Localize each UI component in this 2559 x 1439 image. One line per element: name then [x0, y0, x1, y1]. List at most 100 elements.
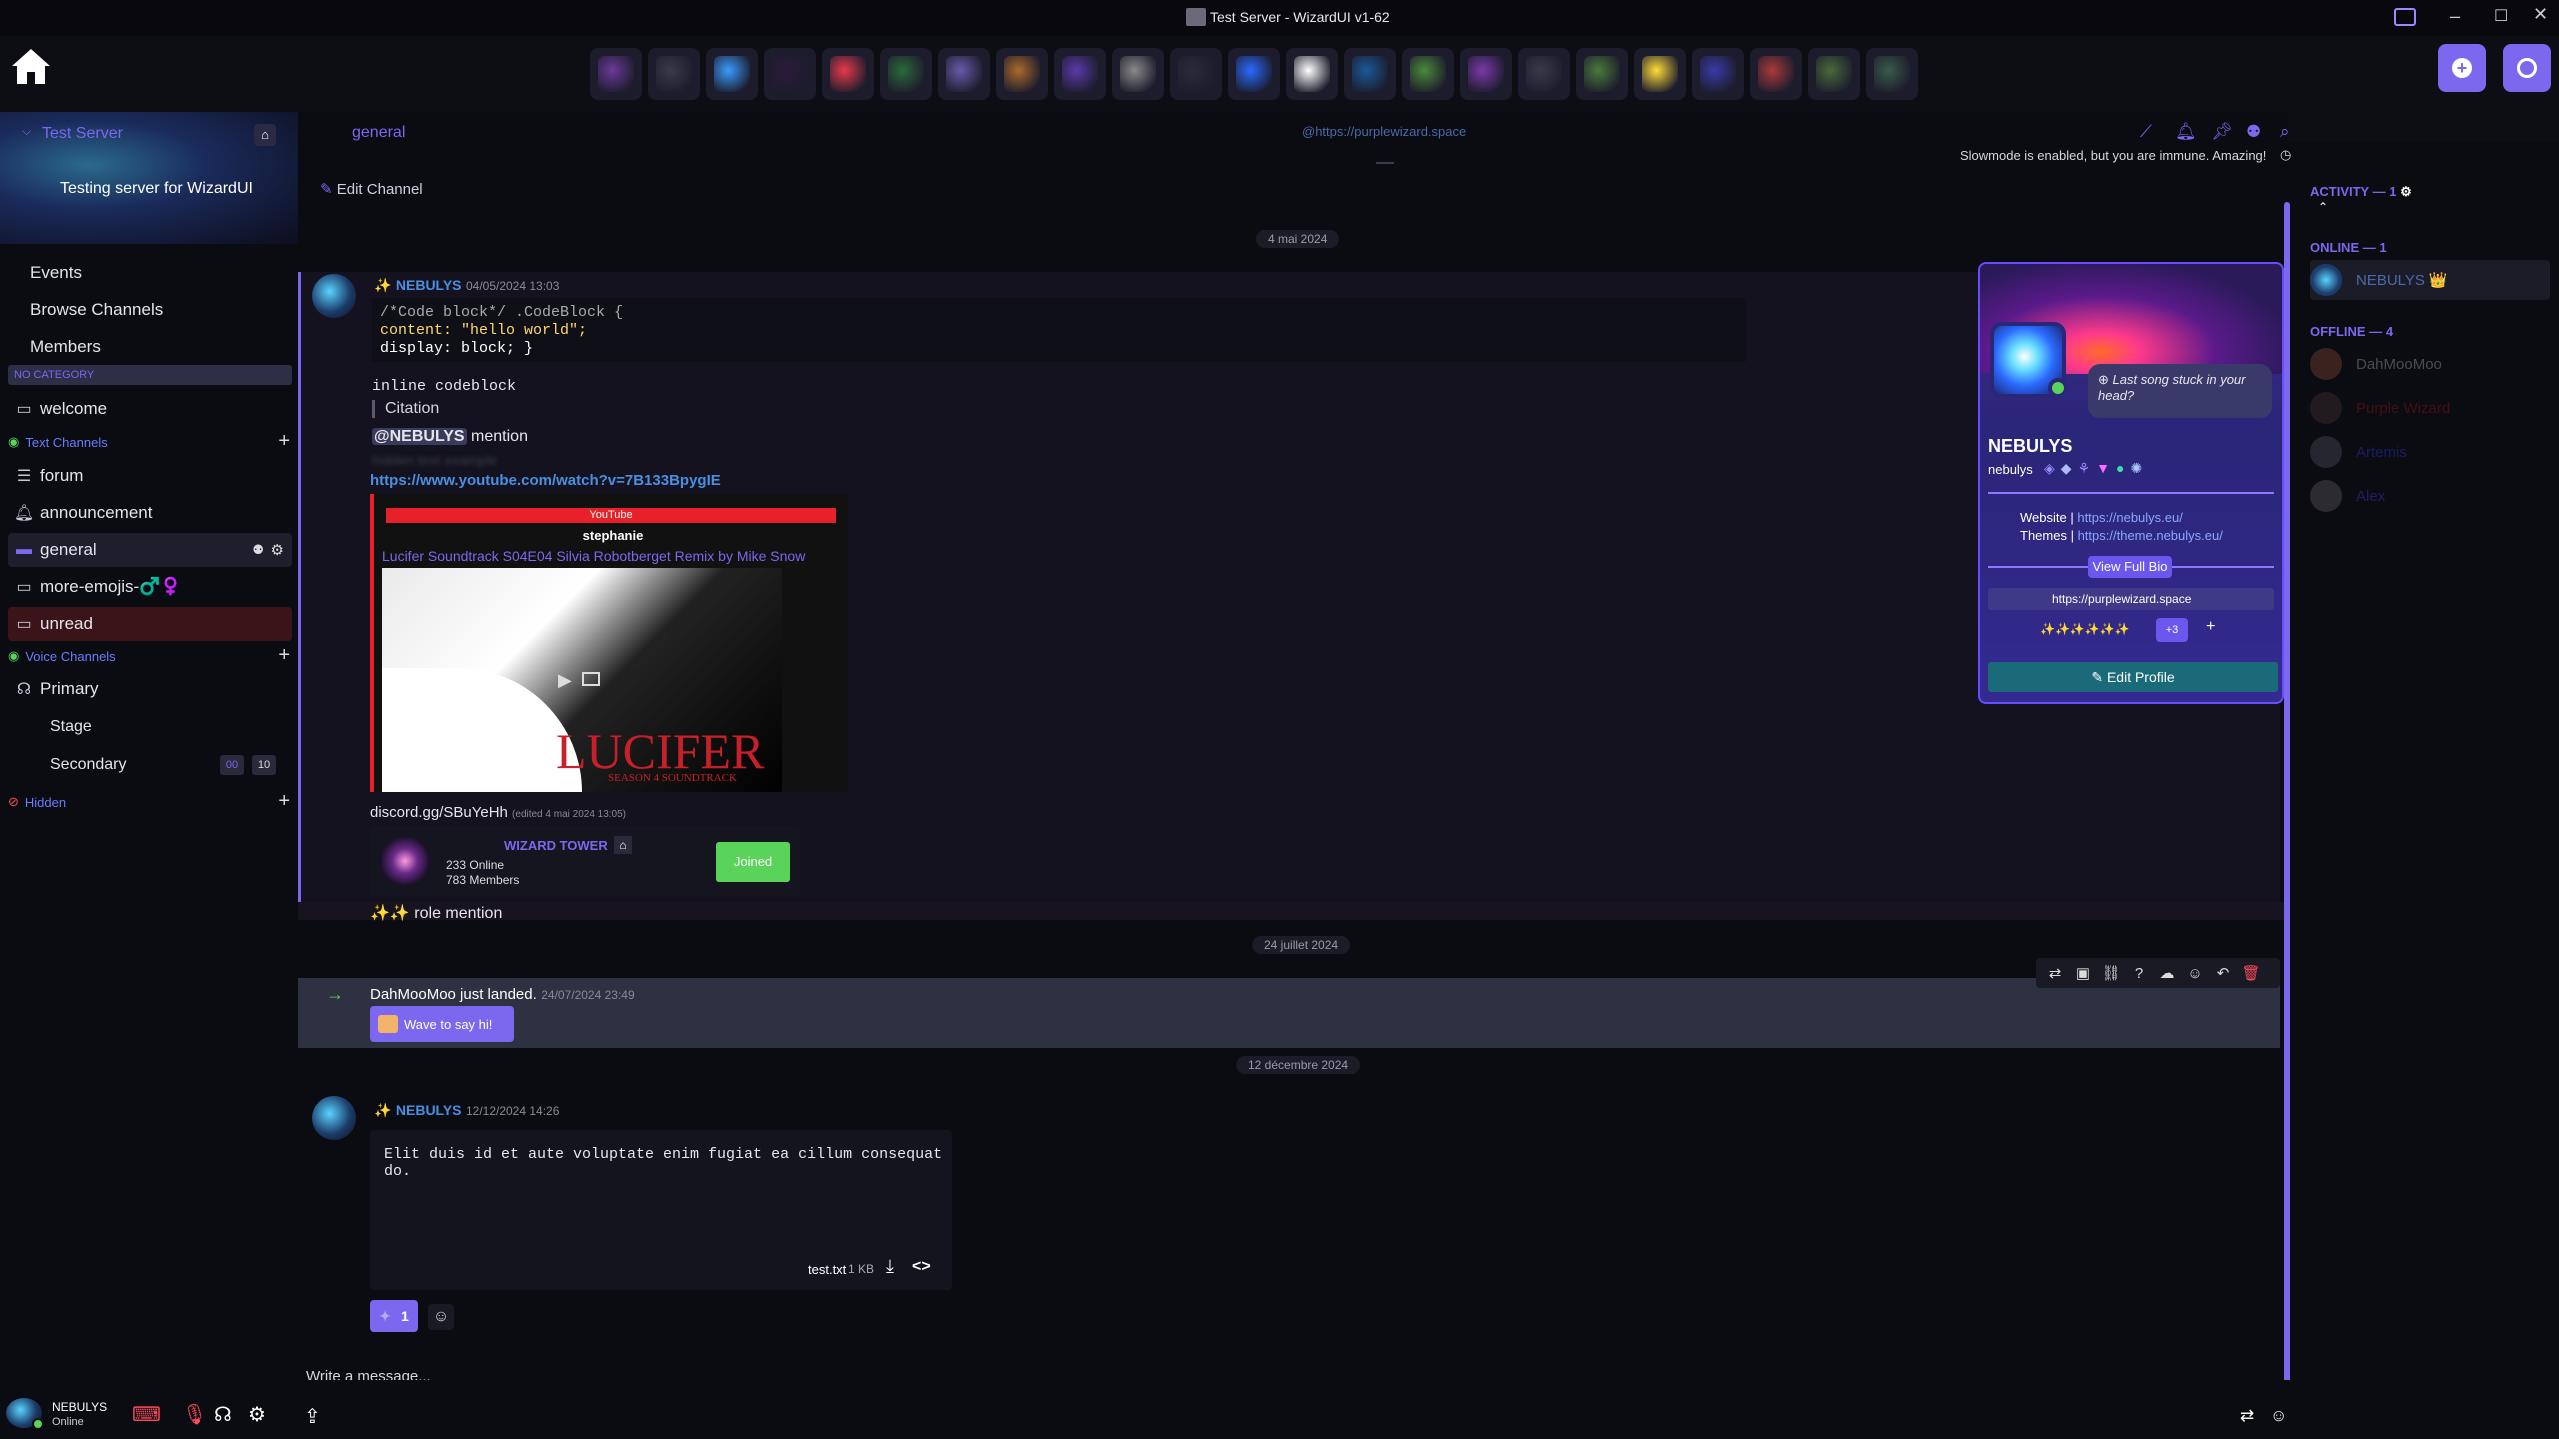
edit-channel-button[interactable]: ✎ Edit Channel: [320, 180, 423, 198]
upload-icon[interactable]: ⇪: [304, 1404, 321, 1429]
message-author[interactable]: NEBULYS: [396, 277, 462, 293]
badge-icon[interactable]: ◈: [2044, 460, 2055, 477]
server-icon[interactable]: [1808, 48, 1860, 100]
translate-icon[interactable]: ⇄: [2240, 1406, 2254, 1426]
translate-icon[interactable]: ⇄: [2042, 960, 2068, 986]
code-view-icon[interactable]: <>: [912, 1258, 931, 1276]
category-hidden[interactable]: ⊘ Hidden: [8, 794, 66, 810]
nav-events[interactable]: Events: [30, 256, 290, 290]
server-name[interactable]: Test Server: [42, 125, 123, 143]
category-text-channels[interactable]: ◉ Text Channels: [8, 434, 108, 450]
voice-channel-primary[interactable]: ☊ Primary: [8, 672, 292, 706]
add-server-icon[interactable]: +: [2438, 44, 2486, 92]
category-voice-channels[interactable]: ◉ Voice Channels: [8, 648, 116, 664]
member-item[interactable]: Alex: [2310, 476, 2550, 516]
add-channel-icon[interactable]: +: [278, 790, 290, 813]
server-home-icon[interactable]: ⌂: [254, 124, 276, 146]
headphones-icon[interactable]: ☊: [214, 1402, 232, 1427]
server-icon[interactable]: [996, 48, 1048, 100]
play-icon[interactable]: ▶: [558, 670, 572, 691]
server-icon[interactable]: [1576, 48, 1628, 100]
server-icon[interactable]: [648, 48, 700, 100]
server-icon[interactable]: [1866, 48, 1918, 100]
server-icon[interactable]: [822, 48, 874, 100]
channel-more-emojis[interactable]: ▭ more-emojis-♂️♀️: [8, 570, 292, 604]
role-mention[interactable]: ✨✨ role mention: [370, 903, 502, 923]
themes-link[interactable]: https://theme.nebulys.eu/: [2078, 528, 2223, 543]
server-icon[interactable]: [1518, 48, 1570, 100]
members-icon[interactable]: ⚉: [2246, 122, 2261, 142]
server-icon[interactable]: [1286, 48, 1338, 100]
link-icon[interactable]: ⛓: [2098, 960, 2124, 986]
reply-icon[interactable]: ↶: [2210, 960, 2236, 986]
member-item[interactable]: DahMooMoo: [2310, 344, 2550, 384]
add-member-icon[interactable]: ⚉: [252, 542, 264, 558]
badge-icon[interactable]: ◆: [2061, 460, 2072, 477]
reaction-icon[interactable]: ☺: [2182, 960, 2208, 986]
maximize-icon[interactable]: ☐: [2494, 6, 2508, 26]
voice-channel-secondary[interactable]: Secondary 00 10: [8, 748, 292, 782]
add-status-icon[interactable]: ⊕: [2098, 372, 2109, 387]
gamepad-icon[interactable]: ⌨: [132, 1402, 161, 1427]
edit-profile-button[interactable]: ✎ Edit Profile: [1988, 662, 2278, 692]
server-icon[interactable]: [1692, 48, 1744, 100]
home-icon[interactable]: [8, 44, 54, 90]
pin-icon[interactable]: 📌︎: [2211, 122, 2233, 142]
server-icon[interactable]: [1228, 48, 1280, 100]
chevron-down-icon[interactable]: ⌵: [22, 124, 31, 139]
add-channel-icon[interactable]: +: [278, 430, 290, 453]
chevron-up-icon[interactable]: ⌃: [2318, 200, 2328, 214]
server-icon[interactable]: [1460, 48, 1512, 100]
server-icon[interactable]: [1750, 48, 1802, 100]
reply-thread-icon[interactable]: ☁: [2154, 960, 2180, 986]
bell-icon[interactable]: 🔔︎: [2175, 122, 2197, 142]
more-roles-badge[interactable]: +3: [2156, 618, 2188, 642]
threads-icon[interactable]: ⟋: [2140, 122, 2152, 142]
connection-row[interactable]: https://purplewizard.space: [1988, 588, 2274, 610]
member-item[interactable]: Purple Wizard: [2310, 388, 2550, 428]
user-mention[interactable]: @NEBULYS: [372, 428, 467, 445]
wave-button[interactable]: Wave to say hi!: [370, 1006, 514, 1042]
add-role-icon[interactable]: +: [2206, 618, 2215, 636]
avatar[interactable]: [312, 274, 356, 318]
joined-button[interactable]: Joined: [716, 842, 790, 882]
server-icon[interactable]: [880, 48, 932, 100]
mic-muted-icon[interactable]: 🎙︎: [182, 1402, 207, 1427]
server-icon[interactable]: [1112, 48, 1164, 100]
embed-title[interactable]: Lucifer Soundtrack S04E04 Silvia Robotbe…: [382, 548, 805, 564]
badge-icon[interactable]: ✺: [2130, 460, 2142, 477]
channel-unread[interactable]: ▭ unread: [8, 607, 292, 641]
voice-channel-stage[interactable]: Stage: [8, 710, 292, 744]
badge-icon[interactable]: ▼: [2096, 460, 2110, 477]
channel-welcome[interactable]: ▭ welcome: [8, 392, 292, 426]
add-channel-icon[interactable]: +: [278, 644, 290, 667]
video-thumbnail[interactable]: ▶ LUCIFER SEASON 4 SOUNDTRACK: [382, 568, 782, 792]
channel-announcement[interactable]: 🔔︎ announcement: [8, 496, 292, 530]
server-icon[interactable]: [1170, 48, 1222, 100]
minimize-icon[interactable]: –: [2450, 6, 2460, 27]
server-icon[interactable]: [706, 48, 758, 100]
youtube-link[interactable]: https://www.youtube.com/watch?v=7B133Bpy…: [370, 472, 721, 489]
message-author[interactable]: NEBULYS: [396, 1102, 462, 1118]
website-link[interactable]: https://nebulys.eu/: [2077, 510, 2183, 525]
server-icon[interactable]: [764, 48, 816, 100]
settings-icon[interactable]: ⚙: [248, 1402, 266, 1427]
badge-icon[interactable]: ⚘: [2078, 460, 2091, 477]
avatar[interactable]: [312, 1096, 356, 1140]
nav-members[interactable]: Members: [30, 330, 290, 364]
scrollbar[interactable]: [2284, 202, 2290, 1434]
gear-icon[interactable]: ⚙: [271, 541, 284, 559]
close-icon[interactable]: ✕: [2533, 4, 2548, 25]
search-icon[interactable]: ⌕: [2280, 122, 2290, 142]
server-icon[interactable]: [1634, 48, 1686, 100]
gear-icon[interactable]: ⚙: [2400, 184, 2412, 199]
server-icon[interactable]: [1054, 48, 1106, 100]
channel-topic[interactable]: @https://purplewizard.space: [1302, 124, 1466, 139]
invite-link[interactable]: discord.gg/SBuYeHh: [370, 804, 508, 821]
id-icon[interactable]: ▣: [2070, 960, 2096, 986]
server-icon[interactable]: [1344, 48, 1396, 100]
spoiler[interactable]: hidden text example: [372, 452, 497, 468]
reaction-button[interactable]: ✦ 1: [370, 1300, 418, 1332]
member-item[interactable]: NEBULYS 👑: [2310, 260, 2550, 300]
channel-forum[interactable]: ☰ forum: [8, 459, 292, 493]
